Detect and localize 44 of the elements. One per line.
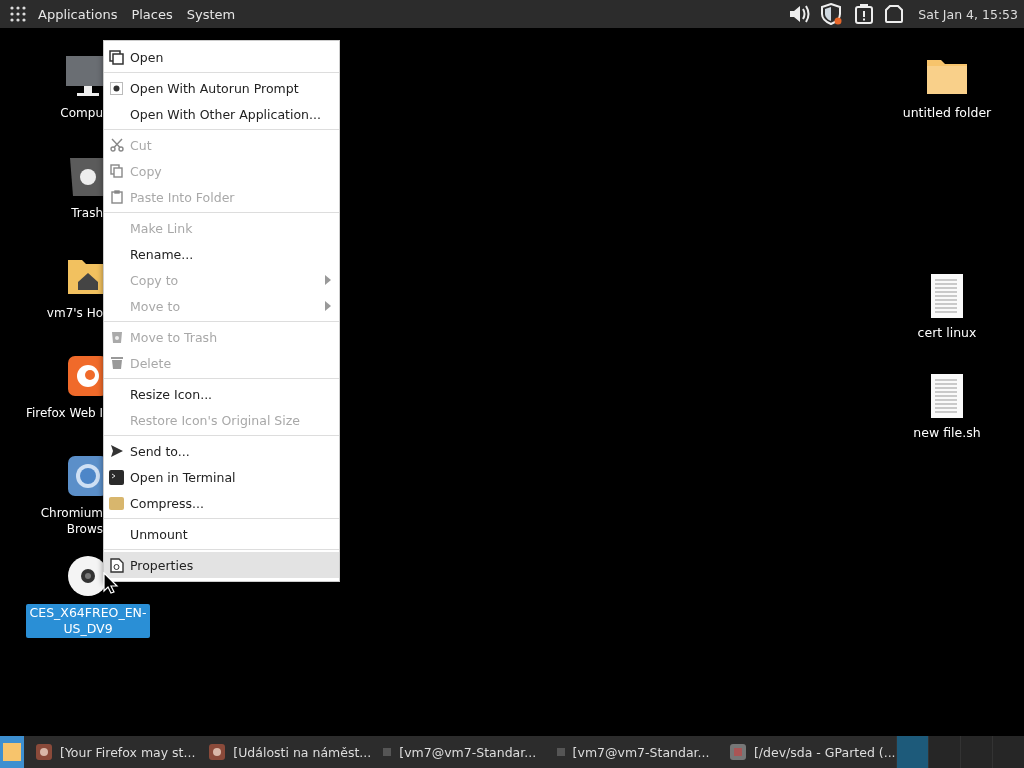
panel-menu[interactable]: Applications: [36, 6, 120, 22]
menu-item[interactable]: Unmount: [104, 521, 339, 547]
menu-item[interactable]: Resize Icon...: [104, 381, 339, 407]
panel-menu[interactable]: System: [184, 6, 238, 22]
browser-icon: [36, 744, 52, 760]
menu-item[interactable]: Open With Autorun Prompt: [104, 75, 339, 101]
trash-icon: [109, 356, 124, 370]
taskbar-button[interactable]: [/dev/sda - GParted (...: [717, 744, 896, 760]
panel-menu[interactable]: Places: [129, 6, 175, 22]
icon-label[interactable]: Trash: [20, 204, 103, 222]
document-icon: [109, 557, 124, 573]
icon-label[interactable]: untitled folder: [899, 104, 995, 122]
taskbar-button[interactable]: [vm7@vm7-Standar...: [544, 744, 718, 760]
menu-item[interactable]: Rename...: [104, 241, 339, 267]
archive-icon: [109, 495, 124, 511]
menu-item[interactable]: Send to...: [104, 438, 339, 464]
trash-icon: [109, 330, 124, 344]
clock[interactable]: Sat Jan 4, 15:53: [918, 6, 1018, 22]
scissors-icon: [109, 138, 124, 152]
icon-label[interactable]: new file.sh: [910, 424, 984, 442]
taskbar-button[interactable]: [Your Firefox may st...: [24, 744, 198, 760]
app-grid-icon[interactable]: [10, 6, 26, 22]
menu-item[interactable]: Open With Other Application...: [104, 101, 339, 127]
send-icon: [109, 444, 124, 458]
icon-label[interactable]: CES_X64FREO_EN-US_DV9: [26, 604, 150, 638]
menu-item[interactable]: Compress...: [104, 490, 339, 516]
icon-label[interactable]: cert linux: [914, 324, 980, 342]
icon-label[interactable]: Compu: [20, 104, 103, 122]
taskbar-button[interactable]: [Události na náměst...: [197, 744, 372, 760]
network-icon[interactable]: [884, 4, 905, 24]
browser-icon: [209, 744, 226, 760]
menu-item[interactable]: Properties: [104, 552, 339, 578]
volume-icon[interactable]: [788, 4, 811, 24]
clipboard-icon[interactable]: [854, 3, 875, 25]
icon-label[interactable]: vm7's Ho: [20, 304, 103, 322]
clipboard-icon: [109, 190, 124, 204]
taskbar-button[interactable]: [vm7@vm7-Standar...: [371, 744, 545, 760]
menu-item[interactable]: Open: [104, 44, 339, 70]
icon-label[interactable]: Chromium Brows: [20, 504, 103, 538]
copy-icon: [109, 164, 124, 178]
gear-icon: [110, 81, 123, 95]
icon-label[interactable]: Firefox Web I: [20, 404, 103, 422]
windows-icon: [109, 49, 124, 65]
menu-item[interactable]: Open in Terminal: [104, 464, 339, 490]
